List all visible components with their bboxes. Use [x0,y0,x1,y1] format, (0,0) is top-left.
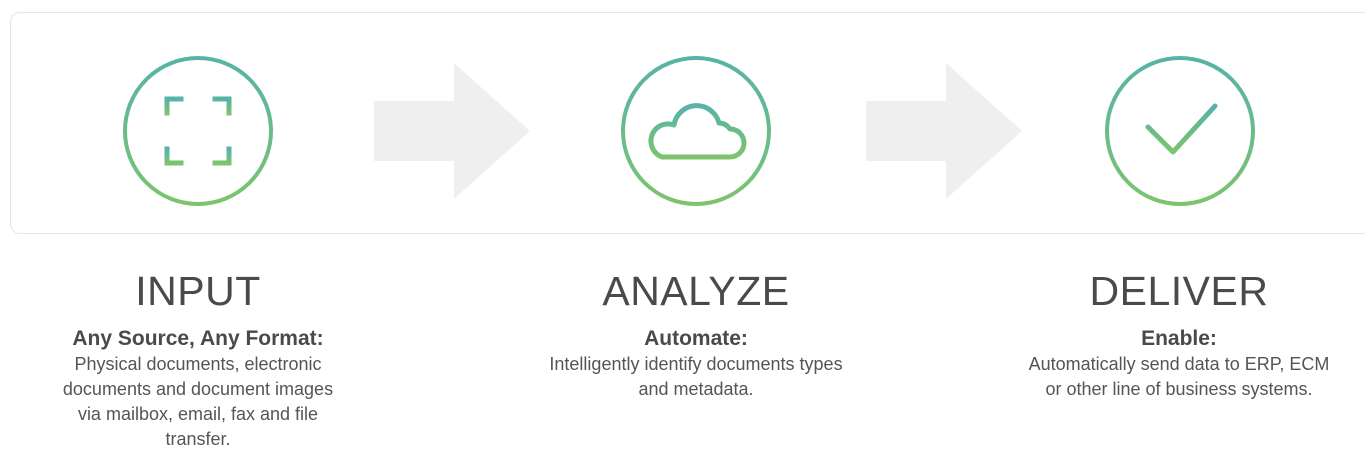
step-subtitle: Automate: [644,327,748,350]
input-step-icon-circle [122,55,274,207]
step-title: DELIVER [1089,268,1269,314]
step-title: INPUT [135,268,261,314]
step-description: Intelligently identify documents types a… [549,354,843,399]
arrow-right-icon [866,63,1026,199]
step-analyze: ANALYZE Automate: Intelligently identify… [526,262,866,402]
step-subtitle: Enable: [1141,327,1217,350]
deliver-step-icon-circle [1104,55,1256,207]
scan-frame-icon [123,56,273,206]
arrow-right-icon [374,63,534,199]
step-deliver: DELIVER Enable: Automatically send data … [1009,262,1349,402]
step-description: Physical documents, electronic documents… [62,354,334,449]
step-subtitle: Any Source, Any Format: [72,327,324,350]
step-description: Automatically send data to ERP, ECM or o… [1028,354,1330,399]
cloud-icon [621,56,771,206]
step-title: ANALYZE [602,268,790,314]
step-input: INPUT Any Source, Any Format: Physical d… [28,262,368,452]
analyze-step-icon-circle [620,55,772,207]
checkmark-icon [1105,56,1255,206]
